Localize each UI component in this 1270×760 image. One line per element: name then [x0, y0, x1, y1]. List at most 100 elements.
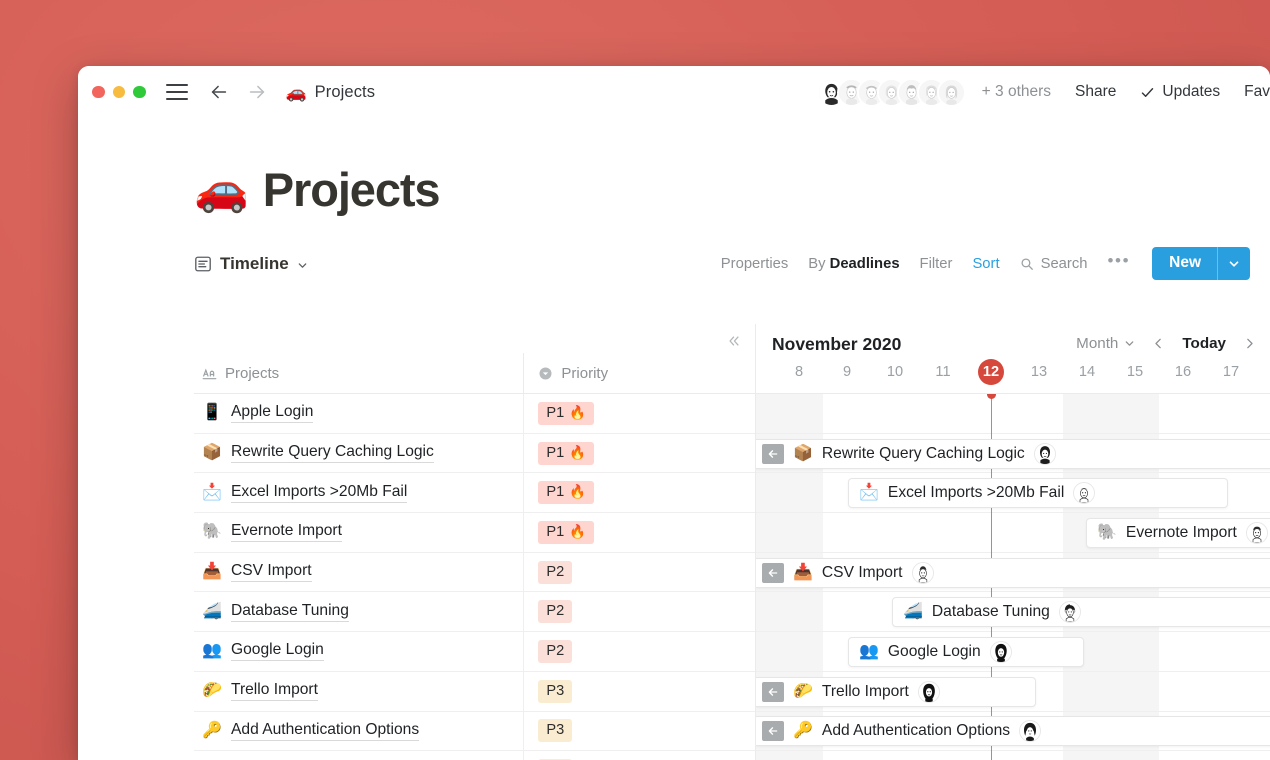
calendar-day[interactable]: 13 — [1024, 359, 1054, 385]
table-row[interactable]: 📱 Apple Login P1 🔥 — [194, 394, 755, 434]
traffic-lights — [92, 85, 146, 99]
search-button[interactable]: Search — [1020, 256, 1087, 272]
bar-assignee-avatar[interactable] — [911, 561, 934, 584]
table-row[interactable]: 📥 CSV Import P2 — [194, 552, 755, 593]
more-options-button[interactable]: ••• — [1107, 251, 1130, 277]
bar-assignee-avatar[interactable] — [1073, 482, 1096, 505]
calendar-day[interactable]: 16 — [1168, 359, 1198, 385]
fire-icon: 🔥 — [569, 484, 587, 500]
table-cell-priority[interactable]: P3 — [523, 671, 755, 711]
calendar-day[interactable]: 10 — [880, 359, 910, 385]
continues-left-badge[interactable] — [762, 562, 784, 583]
share-button[interactable]: Share — [1075, 83, 1116, 101]
favorites-button[interactable]: Fav — [1244, 83, 1270, 101]
table-cell-priority[interactable]: P2 — [523, 552, 755, 592]
row-title: Database Tuning — [231, 602, 349, 622]
table-cell-project[interactable]: 📩 Excel Imports >20Mb Fail — [194, 483, 523, 503]
calendar-grid-row — [756, 751, 1270, 760]
table-row[interactable]: 🐘 Evernote Import P1 🔥 — [194, 513, 755, 553]
updates-button[interactable]: Updates — [1140, 83, 1220, 101]
continues-left-badge[interactable] — [762, 443, 784, 464]
calendar-day[interactable]: 9 — [832, 359, 862, 385]
column-header-projects[interactable]: Projects — [194, 365, 523, 382]
table-cell-priority[interactable]: P1 🔥 — [523, 513, 755, 552]
calendar-prev-button[interactable] — [1152, 337, 1165, 350]
timeline-bar[interactable]: 📥 CSV Import — [756, 557, 1270, 588]
maximize-button[interactable] — [133, 85, 146, 99]
bar-assignee-avatar[interactable] — [1019, 720, 1042, 743]
table-row[interactable]: 🌮 Trello Import P3 — [194, 671, 755, 712]
table-cell-priority[interactable]: P1 🔥 — [523, 394, 755, 433]
table-cell-project[interactable]: 📥 CSV Import — [194, 562, 523, 583]
page-emoji-icon[interactable]: 🚗 — [194, 167, 249, 212]
table-cell-project[interactable]: 🐘 Evernote Import — [194, 522, 523, 543]
sort-by-button[interactable]: By Deadlines — [808, 256, 899, 272]
calendar-day[interactable]: 17 — [1216, 359, 1246, 385]
calendar-day[interactable]: 15 — [1120, 359, 1150, 385]
calendar-zoom-selector[interactable]: Month — [1076, 335, 1135, 352]
bar-assignee-avatar[interactable] — [989, 641, 1012, 664]
bar-assignee-avatar[interactable] — [1058, 601, 1081, 624]
timeline-bar[interactable]: 📩 Excel Imports >20Mb Fail — [848, 478, 1228, 509]
table-cell-priority[interactable]: P1 🔥 — [523, 473, 755, 513]
table-row[interactable]: 📩 Excel Imports >20Mb Fail P1 🔥 — [194, 473, 755, 514]
sort-button[interactable]: Sort — [972, 256, 999, 272]
view-selector[interactable]: Timeline — [194, 254, 308, 274]
calendar-day-today[interactable]: 12 — [978, 359, 1004, 385]
close-button[interactable] — [92, 85, 105, 99]
table-row[interactable]: 📦 Rewrite Query Caching Logic P1 🔥 — [194, 433, 755, 474]
column-header-label: Priority — [561, 364, 609, 382]
column-header-label: Projects — [225, 364, 280, 382]
menu-icon[interactable] — [165, 84, 188, 100]
timeline-bar[interactable]: 🐘 Evernote Import — [1086, 517, 1270, 548]
back-arrow-icon[interactable] — [208, 81, 230, 103]
table-cell-priority[interactable]: P1 🔥 — [523, 433, 755, 473]
timeline-bar[interactable]: 👥 Google Login — [848, 637, 1084, 668]
table-cell-priority[interactable]: P3 — [523, 711, 755, 751]
bar-assignee-avatar[interactable] — [1033, 442, 1056, 465]
table-row[interactable]: ⚡Performance ImprovementsP3 — [194, 751, 755, 760]
new-button-dropdown[interactable] — [1218, 247, 1250, 280]
calendar-day[interactable]: 7 — [756, 359, 766, 385]
forward-arrow-icon[interactable] — [246, 81, 268, 103]
table-cell-project[interactable]: 🌮 Trello Import — [194, 681, 523, 702]
table-cell-project[interactable]: 📦 Rewrite Query Caching Logic — [194, 443, 523, 464]
table-cell-priority[interactable]: P2 — [523, 632, 755, 671]
timeline-bar[interactable]: 🔑 Add Authentication Options — [756, 716, 1270, 747]
filter-button[interactable]: Filter — [920, 256, 953, 272]
bar-assignee-avatar[interactable] — [1245, 521, 1268, 544]
table-row[interactable]: 👥 Google Login P2 — [194, 632, 755, 672]
continues-left-badge[interactable] — [762, 721, 784, 742]
text-property-icon — [202, 367, 217, 379]
calendar-day[interactable]: 14 — [1072, 359, 1102, 385]
calendar-day[interactable]: 8 — [784, 359, 814, 385]
breadcrumb[interactable]: 🚗 Projects — [286, 83, 376, 102]
calendar-today-button[interactable]: Today — [1182, 335, 1226, 352]
column-header-priority[interactable]: Priority — [523, 353, 755, 393]
table-cell-project[interactable]: 🔑 Add Authentication Options — [194, 721, 523, 741]
timeline-bar[interactable]: 🚄 Database Tuning — [892, 597, 1270, 628]
table-row[interactable]: 🚄 Database Tuning P2 — [194, 592, 755, 633]
new-button[interactable]: New — [1152, 247, 1250, 280]
table-cell-project[interactable]: 📱 Apple Login — [194, 403, 523, 424]
bar-assignee-avatar[interactable] — [917, 680, 940, 703]
calendar-next-button[interactable] — [1243, 337, 1256, 350]
table-row[interactable]: 🔑 Add Authentication Options P3 — [194, 711, 755, 752]
timeline-bar[interactable]: 🌮 Trello Import — [756, 676, 1036, 707]
collaborator-avatars[interactable] — [816, 77, 966, 107]
collapse-panel-button[interactable] — [723, 330, 745, 352]
avatar[interactable] — [936, 77, 966, 107]
table-cell-project[interactable]: 👥 Google Login — [194, 641, 523, 662]
timeline-bar[interactable]: 📦 Rewrite Query Caching Logic — [756, 438, 1270, 469]
priority-tag: P1 🔥 — [538, 401, 595, 425]
table-cell-priority[interactable]: P2 — [523, 592, 755, 632]
priority-label: P2 — [546, 603, 565, 620]
minimize-button[interactable] — [112, 85, 125, 99]
continues-left-badge[interactable] — [762, 681, 784, 702]
properties-button[interactable]: Properties — [721, 256, 788, 272]
calendar-day[interactable]: 11 — [928, 359, 958, 385]
page-title-text[interactable]: Projects — [263, 162, 441, 217]
table-cell-project[interactable]: 🚄 Database Tuning — [194, 602, 523, 622]
row-emoji-icon: 📦 — [202, 444, 222, 462]
table-cell-priority[interactable]: P3 — [523, 751, 755, 760]
